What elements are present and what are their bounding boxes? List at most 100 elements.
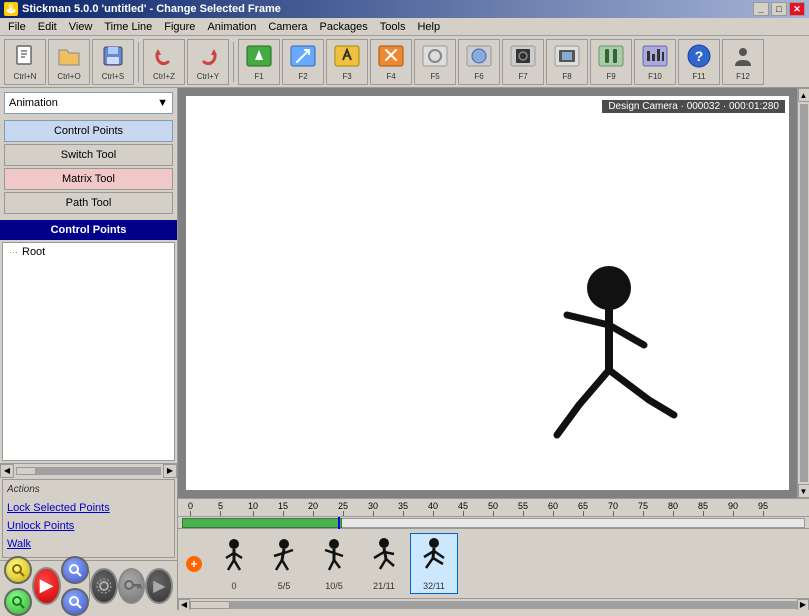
maximize-button[interactable]: □: [771, 2, 787, 16]
f4-button[interactable]: F4: [370, 39, 412, 85]
key-button[interactable]: [118, 568, 146, 604]
settings-button[interactable]: [90, 568, 118, 604]
menu-timeline[interactable]: Time Line: [98, 19, 158, 35]
menu-packages[interactable]: Packages: [313, 19, 373, 35]
new-label: Ctrl+N: [14, 72, 37, 81]
f3-button[interactable]: F3: [326, 39, 368, 85]
unlock-points-link[interactable]: Unlock Points: [7, 517, 170, 535]
scroll-left-arrow[interactable]: ◀: [0, 464, 14, 478]
timeline-area: 0 5 10 15 20 25 30 35 40 45 50 55 60 65 …: [178, 498, 809, 610]
minimize-button[interactable]: _: [753, 2, 769, 16]
f10-button[interactable]: F10: [634, 39, 676, 85]
f9-button[interactable]: F9: [590, 39, 632, 85]
add-keyframe-button[interactable]: +: [186, 556, 202, 572]
cp-scrollbar: ◀ ▶: [0, 463, 177, 477]
lock-selected-points-link[interactable]: Lock Selected Points: [7, 499, 170, 517]
walk-link[interactable]: Walk: [7, 535, 170, 553]
title-bar: 🕹 Stickman 5.0.0 'untitled' - Change Sel…: [0, 0, 809, 18]
animation-dropdown[interactable]: Animation ▼: [4, 92, 173, 114]
canvas-area: Design Camera · 000032 · 000:01:280: [178, 88, 797, 498]
scroll-down-arrow[interactable]: ▼: [798, 484, 809, 498]
forward-button[interactable]: ▶: [145, 568, 173, 604]
keyframe-2[interactable]: 10/5: [310, 533, 358, 594]
f12-button[interactable]: F12: [722, 39, 764, 85]
search-small-btn-4[interactable]: [61, 588, 89, 616]
control-points-list[interactable]: ··· Root: [2, 242, 175, 461]
keyframe-0[interactable]: 0: [210, 533, 258, 594]
f10-label: F10: [648, 72, 662, 81]
new-button[interactable]: Ctrl+N: [4, 39, 46, 85]
ruler-mark-40: 40: [428, 501, 438, 516]
f4-icon: [377, 42, 405, 70]
f8-button[interactable]: F8: [546, 39, 588, 85]
keyframe-3[interactable]: 21/11: [360, 533, 408, 594]
redo-button[interactable]: Ctrl+Y: [187, 39, 229, 85]
undo-button[interactable]: Ctrl+Z: [143, 39, 185, 85]
f11-button[interactable]: ? F11: [678, 39, 720, 85]
keyframe-1-icon: [266, 536, 302, 581]
menu-animation[interactable]: Animation: [201, 19, 262, 35]
f1-button[interactable]: F1: [238, 39, 280, 85]
open-button[interactable]: Ctrl+O: [48, 39, 90, 85]
search-small-btn-3[interactable]: [61, 556, 89, 584]
scroll-up-arrow[interactable]: ▲: [798, 88, 809, 102]
f6-label: F6: [474, 72, 483, 81]
f5-button[interactable]: F5: [414, 39, 456, 85]
control-points-tool-button[interactable]: Control Points: [4, 120, 173, 142]
menu-view[interactable]: View: [63, 19, 99, 35]
menu-tools[interactable]: Tools: [374, 19, 412, 35]
play-button[interactable]: ▶: [32, 567, 61, 605]
ruler-mark-75: 75: [638, 501, 648, 516]
ruler-mark-45: 45: [458, 501, 468, 516]
ruler-mark-65: 65: [578, 501, 588, 516]
timeline-bottom: +: [178, 529, 809, 598]
menu-edit[interactable]: Edit: [32, 19, 63, 35]
scroll-right-arrow[interactable]: ▶: [163, 464, 177, 478]
menu-figure[interactable]: Figure: [158, 19, 201, 35]
f3-label: F3: [342, 72, 351, 81]
matrix-tool-button[interactable]: Matrix Tool: [4, 168, 173, 190]
canvas-inner: Design Camera · 000032 · 000:01:280: [186, 96, 789, 490]
cp-item-root[interactable]: ··· Root: [5, 245, 172, 259]
scroll-thumb[interactable]: [16, 467, 36, 475]
title-controls[interactable]: _ □ ✕: [753, 2, 805, 16]
stickman-figure: [529, 260, 689, 460]
f2-label: F2: [298, 72, 307, 81]
timeline-cursor[interactable]: [338, 517, 340, 529]
ruler-mark-30: 30: [368, 501, 378, 516]
scroll-h-thumb[interactable]: [190, 601, 230, 609]
ruler-mark-25: 25: [338, 501, 348, 516]
scroll-track[interactable]: [16, 467, 161, 475]
keyframe-4[interactable]: 32/11: [410, 533, 458, 594]
keyframe-4-icon: [416, 536, 452, 581]
scroll-right-h-arrow[interactable]: ▶: [797, 599, 809, 611]
f11-icon: ?: [685, 42, 713, 70]
f2-icon: [289, 42, 317, 70]
left-panel: Animation ▼ Control Points Switch Tool M…: [0, 88, 178, 610]
title-text: Stickman 5.0.0 'untitled' - Change Selec…: [22, 3, 281, 15]
animation-dropdown-label: Animation: [9, 97, 58, 109]
f6-button[interactable]: F6: [458, 39, 500, 85]
search-small-btn-1[interactable]: [4, 556, 32, 584]
keyframe-4-label: 32/11: [423, 581, 445, 591]
menu-file[interactable]: File: [2, 19, 32, 35]
path-tool-button[interactable]: Path Tool: [4, 192, 173, 214]
f7-button[interactable]: F7: [502, 39, 544, 85]
canvas-right-scrollbar[interactable]: ▲ ▼: [797, 88, 809, 498]
close-button[interactable]: ✕: [789, 2, 805, 16]
scroll-v-track[interactable]: [800, 104, 808, 482]
keyframe-1[interactable]: 5/5: [260, 533, 308, 594]
ruler-mark-5: 5: [218, 501, 223, 516]
f12-label: F12: [736, 72, 750, 81]
f2-button[interactable]: F2: [282, 39, 324, 85]
save-button[interactable]: Ctrl+S: [92, 39, 134, 85]
menu-help[interactable]: Help: [411, 19, 446, 35]
scroll-h-track[interactable]: [190, 601, 797, 609]
scroll-left-h-arrow[interactable]: ◀: [178, 599, 190, 611]
switch-tool-button[interactable]: Switch Tool: [4, 144, 173, 166]
timeline-track[interactable]: [178, 517, 809, 529]
search-small-btn-2[interactable]: [4, 588, 32, 616]
forward-icon: ▶: [153, 576, 165, 596]
bottom-controls: ▶ ▶: [0, 560, 177, 610]
menu-camera[interactable]: Camera: [262, 19, 313, 35]
